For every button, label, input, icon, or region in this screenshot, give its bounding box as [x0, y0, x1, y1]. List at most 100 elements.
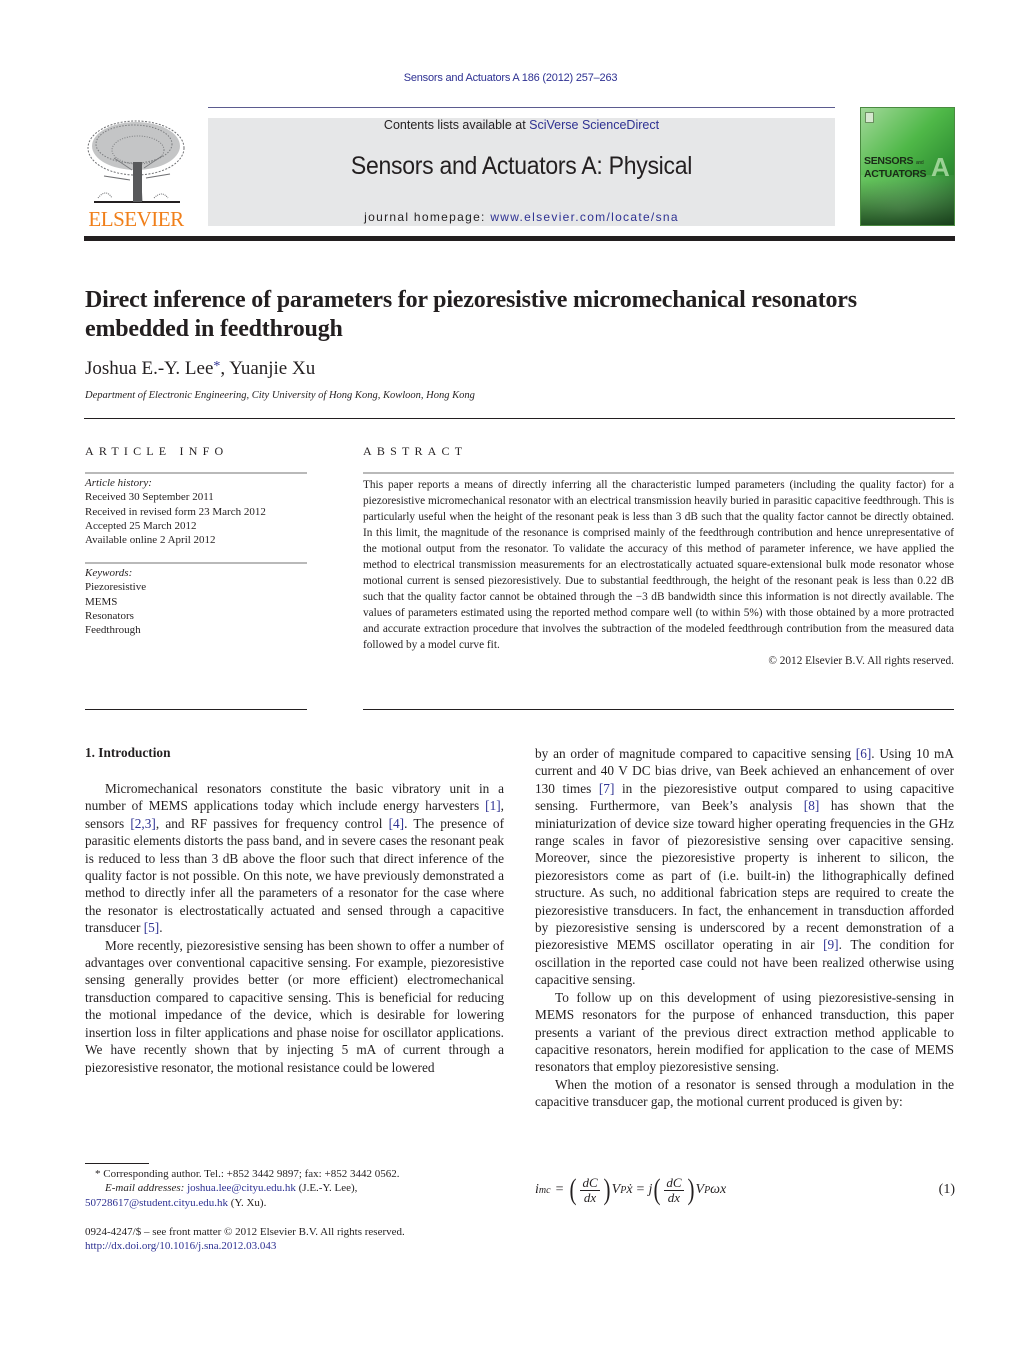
- eq-fraction: dC dx: [664, 1174, 684, 1205]
- equation-number: (1): [938, 1182, 955, 1197]
- keywords-rule: [85, 562, 307, 564]
- abstract-heading: ABSTRACT: [363, 444, 468, 458]
- article-info-rule: [85, 472, 307, 474]
- author-name: Joshua E.-Y. Lee: [85, 358, 214, 379]
- paragraph-text: . The presence of parasitic elements dis…: [85, 815, 504, 936]
- cover-title: SENSORS and ACTUATORS: [864, 155, 927, 180]
- paragraph: by an order of magnitude compared to cap…: [535, 745, 954, 989]
- section-heading-introduction: 1. Introduction: [85, 745, 171, 760]
- email-link-1[interactable]: joshua.lee@cityu.edu.hk: [187, 1182, 296, 1194]
- paragraph-text: , and RF passives for frequency control: [155, 815, 389, 831]
- cover-letter: A: [931, 152, 950, 182]
- keywords: Keywords: Piezoresistive MEMS Resonators…: [85, 566, 146, 637]
- eq-equals: =: [636, 1182, 645, 1197]
- paragraph: Micromechanical resonators constitute th…: [85, 780, 504, 937]
- history-item: Received 30 September 2011: [85, 491, 214, 504]
- abstract-bottom-rule: [363, 709, 954, 710]
- email-label: E-mail addresses:: [105, 1182, 185, 1195]
- keyword-item: MEMS: [85, 595, 118, 608]
- citation-link[interactable]: [5]: [144, 920, 160, 935]
- eq-xdot: ẋ: [626, 1182, 633, 1197]
- article-history: Article history: Received 30 September 2…: [85, 476, 266, 547]
- eq-lhs-sub: mc: [538, 1184, 551, 1196]
- footnote-rule: [85, 1163, 149, 1164]
- homepage-line: journal homepage: www.elsevier.com/locat…: [208, 210, 835, 224]
- journal-cover-thumbnail[interactable]: SENSORS and ACTUATORS A: [860, 107, 955, 226]
- article-info-heading: ARTICLE INFO: [85, 444, 229, 458]
- homepage-link[interactable]: www.elsevier.com/locate/sna: [490, 210, 679, 224]
- elsevier-logo[interactable]: ELSEVIER: [84, 118, 188, 230]
- keyword-item: Resonators: [85, 609, 134, 622]
- paragraph-text: .: [159, 920, 163, 936]
- eq-frac-num: dC: [580, 1174, 600, 1191]
- author-name: Yuanjie Xu: [229, 358, 316, 379]
- citation-link[interactable]: [4]: [389, 816, 405, 831]
- history-label: Article history:: [85, 477, 152, 489]
- citation-link[interactable]: [1]: [485, 798, 501, 813]
- sciencedirect-link[interactable]: SciVerse ScienceDirect: [529, 118, 659, 132]
- history-item: Received in revised form 23 March 2012: [85, 505, 266, 518]
- footnotes: * Corresponding author. Tel.: +852 3442 …: [85, 1167, 505, 1210]
- paragraph: More recently, piezoresistive sensing ha…: [85, 937, 504, 1075]
- author-list: Joshua E.-Y. Lee*, Yuanjie Xu: [85, 358, 315, 380]
- citation-link[interactable]: [6]: [856, 746, 872, 761]
- paragraph-text: by an order of magnitude compared to cap…: [535, 746, 856, 761]
- journal-masthead: Contents lists available at SciVerse Sci…: [208, 118, 835, 226]
- eq-frac-den: dx: [583, 1189, 597, 1205]
- paragraph-text: has shown that the miniaturization of de…: [535, 798, 954, 953]
- contents-prefix: Contents lists available at: [383, 118, 530, 132]
- email-link-2[interactable]: 50728617@student.cityu.edu.hk: [85, 1197, 228, 1209]
- eq-vp: V: [611, 1182, 621, 1197]
- cover-shade: [861, 179, 954, 225]
- publication-info: 0924-4247/$ – see front matter © 2012 El…: [85, 1225, 405, 1254]
- homepage-prefix: journal homepage:: [364, 210, 491, 224]
- contents-line: Contents lists available at SciVerse Sci…: [208, 118, 835, 132]
- eq-paren-close: ): [687, 1173, 694, 1206]
- equation-1: i mc = ( dC dx ) VPẋ = j ( dC dx ) V Pωx (1): [535, 1170, 955, 1210]
- citation-link[interactable]: [9]: [823, 937, 839, 952]
- cover-publisher-icon: [865, 112, 874, 123]
- eq-j: j: [648, 1182, 653, 1197]
- journal-citation-link[interactable]: Sensors and Actuators A 186 (2012) 257–2…: [0, 72, 1021, 84]
- corresponding-author-note: * Corresponding author. Tel.: +852 3442 …: [85, 1167, 505, 1181]
- eq-fraction: dC dx: [580, 1174, 600, 1205]
- cover-title-and: and: [915, 160, 924, 166]
- citation-link[interactable]: [8]: [804, 798, 820, 813]
- elsevier-tree-icon: [87, 120, 185, 203]
- affiliation: Department of Electronic Engineering, Ci…: [85, 390, 475, 401]
- citation-link[interactable]: [2,3]: [130, 816, 155, 831]
- email-line: E-mail addresses: joshua.lee@cityu.edu.h…: [85, 1181, 505, 1195]
- history-item: Accepted 25 March 2012: [85, 519, 197, 532]
- citation-link[interactable]: [7]: [599, 781, 615, 796]
- equation-body: i mc = ( dC dx ) VPẋ = j ( dC dx ) V Pωx: [535, 1170, 726, 1210]
- paragraph: When the motion of a resonator is sensed…: [535, 1076, 954, 1110]
- eq-equals: =: [555, 1182, 564, 1197]
- cover-title-line2: ACTUATORS: [864, 168, 927, 180]
- title-rule: [84, 418, 955, 419]
- email-line-2: 50728617@student.cityu.edu.hk (Y. Xu).: [85, 1196, 505, 1210]
- header-rule: [208, 107, 835, 108]
- footnote-star: *: [95, 1168, 101, 1180]
- article-title: Direct inference of parameters for piezo…: [85, 287, 857, 342]
- keyword-item: Feedthrough: [85, 624, 141, 637]
- eq-omega-x: ωx: [710, 1182, 727, 1197]
- email-owner-1: (J.E.-Y. Lee),: [295, 1182, 358, 1195]
- eq-paren-close: ): [603, 1173, 611, 1206]
- abstract-text: This paper reports a means of directly i…: [363, 479, 954, 651]
- article-info-bottom-rule: [85, 709, 307, 710]
- eq-vp: V: [695, 1182, 705, 1197]
- abstract-rule: [363, 472, 954, 474]
- abstract: This paper reports a means of directly i…: [363, 477, 954, 669]
- eq-frac-num: dC: [664, 1174, 684, 1191]
- keywords-label: Keywords:: [85, 567, 133, 579]
- elsevier-wordmark: ELSEVIER: [88, 207, 184, 231]
- body-right-column: by an order of magnitude compared to cap…: [535, 745, 954, 1111]
- journal-name: Sensors and Actuators A: Physical: [350, 152, 693, 180]
- header-thick-rule: [84, 236, 955, 241]
- author-separator: ,: [220, 358, 230, 379]
- email-owner-2: (Y. Xu).: [228, 1196, 267, 1209]
- doi-link[interactable]: http://dx.doi.org/10.1016/j.sna.2012.03.…: [85, 1239, 405, 1253]
- abstract-copyright: © 2012 Elsevier B.V. All rights reserved…: [768, 655, 954, 667]
- cover-title-line1: SENSORS: [864, 155, 914, 167]
- keyword-item: Piezoresistive: [85, 581, 147, 594]
